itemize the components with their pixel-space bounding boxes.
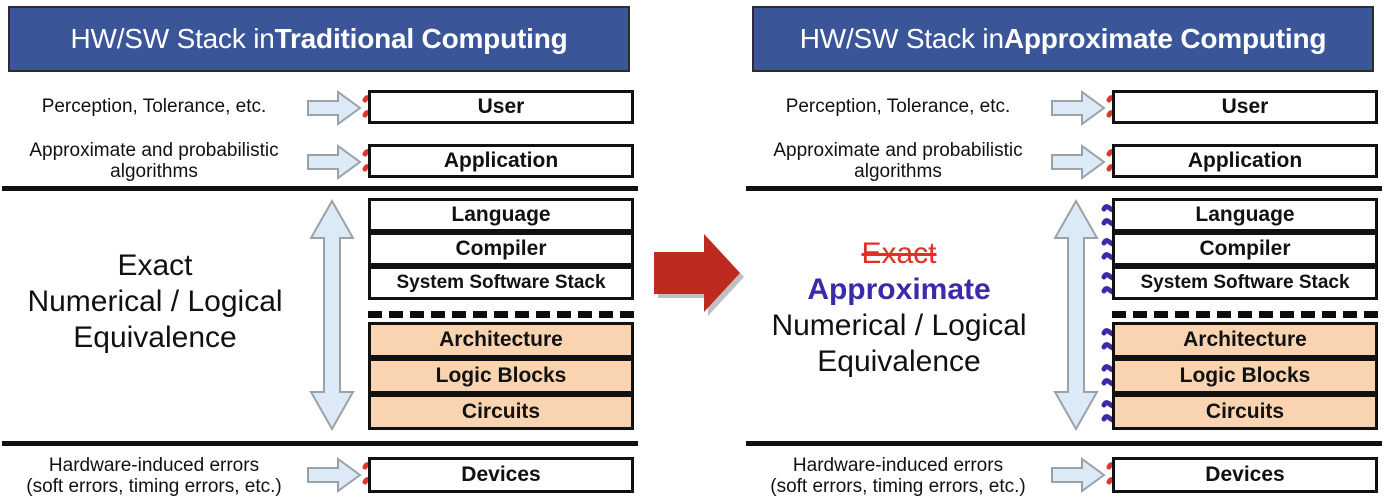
equivalence-first-line-left: Exact — [117, 249, 193, 282]
panel-title-bold-text-right: Approximate Computing — [1003, 23, 1327, 54]
box-application-right[interactable]: Application — [1112, 144, 1378, 178]
box-system-software-stack-left[interactable]: System Software Stack — [368, 266, 634, 300]
diagram-canvas: HW/SW Stack in Traditional Computing Per… — [0, 0, 1384, 504]
equivalence-rest-line1-right: Numerical / Logical — [771, 309, 1027, 342]
right-arrow-icon-application-right — [1050, 144, 1106, 180]
panel-title-plain-text-right: HW/SW Stack in — [799, 23, 1004, 54]
equivalence-rest-line1-left: Numerical / Logical — [27, 285, 283, 318]
box-compiler-right[interactable]: Compiler — [1112, 232, 1378, 266]
panel-traditional: HW/SW Stack in Traditional Computing Per… — [0, 0, 640, 504]
box-user-right[interactable]: User — [1112, 90, 1378, 124]
panel-title-approximate: HW/SW Stack in Approximate Computing — [752, 6, 1374, 72]
label-perception-left: Perception, Tolerance, etc. — [41, 96, 267, 117]
divider-upper-right — [746, 186, 1382, 191]
right-arrow-icon-devices-right — [1050, 457, 1106, 493]
right-arrow-icon-user-right — [1050, 90, 1106, 126]
label-hardware-errors-right: Hardware-induced errors (soft errors, ti… — [750, 455, 1046, 498]
box-circuits-left[interactable]: Circuits — [368, 394, 634, 430]
label-hardware-errors-line1-left: Hardware-induced errors — [48, 455, 260, 476]
box-circuits-right[interactable]: Circuits — [1112, 394, 1378, 430]
box-system-software-stack-right[interactable]: System Software Stack — [1112, 266, 1378, 300]
panel-title-bold-text: Traditional Computing — [274, 23, 568, 54]
right-arrow-icon-application-left — [306, 144, 362, 180]
right-arrow-icon-user-left — [306, 90, 362, 126]
label-perception-right: Perception, Tolerance, etc. — [785, 96, 1011, 117]
panel-approximate: HW/SW Stack in Approximate Computing Per… — [744, 0, 1384, 504]
box-application-left[interactable]: Application — [368, 144, 634, 178]
label-hardware-errors-line1-right: Hardware-induced errors — [792, 455, 1004, 476]
box-devices-left[interactable]: Devices — [368, 457, 634, 493]
divider-hw-sw-left — [368, 311, 634, 318]
box-language-left[interactable]: Language — [368, 198, 634, 232]
divider-hw-sw-right — [1112, 311, 1378, 318]
box-architecture-right[interactable]: Architecture — [1112, 322, 1378, 358]
box-architecture-left[interactable]: Architecture — [368, 322, 634, 358]
box-compiler-left[interactable]: Compiler — [368, 232, 634, 266]
right-arrow-icon-transition — [648, 228, 744, 318]
right-arrow-icon-devices-left — [306, 457, 362, 493]
equivalence-rest-line2-right: Equivalence — [817, 345, 981, 378]
label-algorithms-right: Approximate and probabilistic algorithms — [773, 140, 1023, 183]
box-language-right[interactable]: Language — [1112, 198, 1378, 232]
label-algorithms-left: Approximate and probabilistic algorithms — [29, 140, 279, 183]
box-user-left[interactable]: User — [368, 90, 634, 124]
label-hardware-errors-left: Hardware-induced errors (soft errors, ti… — [6, 455, 302, 498]
equivalence-approximate-right: Approximate — [807, 273, 991, 306]
label-hardware-errors-line2-left: (soft errors, timing errors, etc.) — [26, 476, 282, 498]
equivalence-text-right: Exact Approximate Numerical / Logical Eq… — [756, 236, 1042, 380]
updown-arrow-icon-right — [1052, 198, 1100, 432]
divider-upper-left — [2, 186, 638, 191]
updown-arrow-icon-left — [308, 198, 356, 432]
box-logic-blocks-right[interactable]: Logic Blocks — [1112, 358, 1378, 394]
panel-title-plain-text: HW/SW Stack in — [70, 23, 275, 54]
equivalence-text-left: Exact Numerical / Logical Equivalence — [12, 248, 298, 356]
divider-lower-left — [2, 441, 638, 446]
equivalence-exact-struck-right: Exact — [861, 237, 937, 270]
panel-title-traditional: HW/SW Stack in Traditional Computing — [8, 6, 630, 72]
box-devices-right[interactable]: Devices — [1112, 457, 1378, 493]
equivalence-rest-line2-left: Equivalence — [73, 321, 237, 354]
divider-lower-right — [746, 441, 1382, 446]
box-logic-blocks-left[interactable]: Logic Blocks — [368, 358, 634, 394]
label-hardware-errors-line2-right: (soft errors, timing errors, etc.) — [770, 476, 1026, 498]
